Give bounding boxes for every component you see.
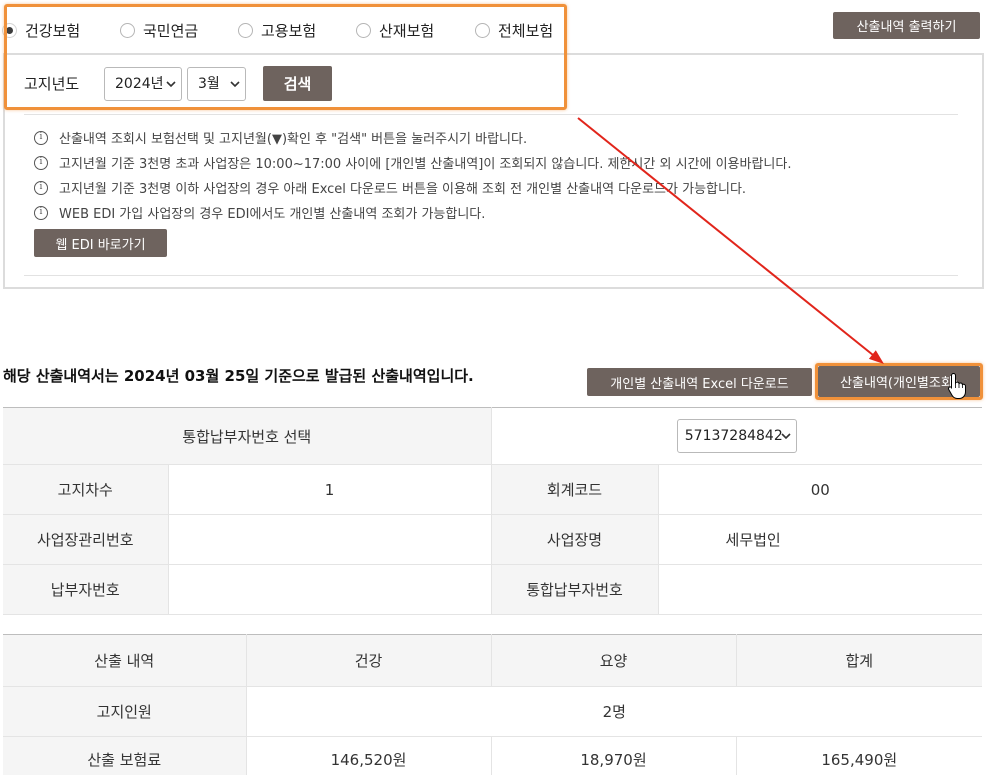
info-label: 납부자번호	[3, 564, 168, 615]
calculation-table: 산출 내역 건강 요양 합계 고지인원 2명 산출 보험료 146,520원 1…	[3, 634, 982, 775]
radio-option-industrial-accident[interactable]: 산재보험	[356, 17, 434, 43]
notice-list: 산출내역 조회시 보험선택 및 고지년월(▼)확인 후 "검색" 버튼을 눌러주…	[34, 125, 791, 225]
radio-label-national-pension[interactable]: 국민연금	[143, 20, 198, 41]
year-select[interactable]: 2024년	[104, 67, 182, 101]
payer-select-wrapper: 57137284842	[676, 419, 797, 453]
notice-item: 고지년월 기준 3천명 초과 사업장은 10:00~17:00 사이에 [개인별…	[34, 150, 791, 175]
row-label: 고지인원	[3, 686, 246, 737]
payer-select-cell: 57137284842	[490, 407, 983, 465]
radio-label-all[interactable]: 전체보험	[498, 20, 553, 41]
table-row: 사업장관리번호 사업장명 세무법인	[3, 514, 983, 565]
notice-item: 산출내역 조회시 보험선택 및 고지년월(▼)확인 후 "검색" 버튼을 눌러주…	[34, 125, 791, 150]
premium-total: 165,490원	[735, 736, 982, 775]
search-panel: 고지년도 2024년 3월 검색 산출내역 조회시 보험선택 및 고지년월(▼)…	[3, 53, 984, 289]
month-select[interactable]: 3월	[187, 67, 246, 101]
premium-health: 146,520원	[245, 736, 491, 775]
info-label: 고지차수	[3, 464, 168, 515]
month-select-wrapper: 3월	[187, 67, 246, 101]
notice-text: 고지년월 기준 3천명 이하 사업장의 경우 아래 Excel 다운로드 버튼을…	[59, 182, 747, 197]
info-label: 통합납부자번호	[490, 564, 659, 615]
notice-item: WEB EDI 가입 사업장의 경우 EDI에서도 개인별 산출내역 조회가 가…	[34, 200, 791, 225]
notice-item: 고지년월 기준 3천명 이하 사업장의 경우 아래 Excel 다운로드 버튼을…	[34, 175, 791, 200]
search-button[interactable]: 검색	[263, 66, 332, 101]
info-icon	[34, 155, 48, 170]
column-header: 합계	[735, 634, 982, 687]
info-value	[167, 564, 492, 615]
column-header: 건강	[245, 634, 491, 687]
table-row: 통합납부자번호 선택 57137284842	[3, 407, 983, 465]
excel-download-button[interactable]: 개인별 산출내역 Excel 다운로드	[587, 368, 812, 396]
table-row: 고지인원 2명	[3, 686, 982, 737]
info-label: 사업장명	[490, 514, 659, 565]
premium-long-term-care: 18,970원	[490, 736, 736, 775]
table-row: 납부자번호 통합납부자번호	[3, 564, 983, 615]
page: 건강보험 국민연금 고용보험 산재보험 전체보험 산출내역 출력하기 고지년도 …	[0, 0, 988, 776]
annotation-arrow-head	[868, 350, 884, 364]
radio-option-health[interactable]: 건강보험	[2, 17, 80, 43]
notice-year-label: 고지년도	[24, 75, 80, 93]
column-header: 산출 내역	[3, 634, 246, 687]
year-select-wrapper: 2024년	[104, 67, 182, 101]
radio-button-all[interactable]	[475, 22, 490, 38]
radio-label-employment[interactable]: 고용보험	[261, 20, 316, 41]
info-icon	[34, 130, 48, 145]
notice-text: 산출내역 조회시 보험선택 및 고지년월(▼)확인 후 "검색" 버튼을 눌러주…	[59, 132, 528, 147]
radio-option-all[interactable]: 전체보험	[475, 17, 553, 43]
info-icon	[34, 205, 48, 220]
radio-option-employment[interactable]: 고용보험	[238, 17, 316, 43]
radio-button-health[interactable]	[2, 22, 17, 38]
radio-option-national-pension[interactable]: 국민연금	[120, 17, 198, 43]
headcount-value: 2명	[245, 686, 982, 737]
radio-label-health[interactable]: 건강보험	[25, 20, 80, 41]
issue-statement: 해당 산출내역서는 2024년 03월 25일 기준으로 발급된 산출내역입니다…	[3, 367, 474, 385]
info-value: 1	[167, 464, 492, 515]
radio-button-industrial-accident[interactable]	[356, 22, 371, 38]
payer-number-select[interactable]: 57137284842	[676, 419, 797, 453]
print-calculation-button[interactable]: 산출내역 출력하기	[833, 12, 980, 39]
notice-text: WEB EDI 가입 사업장의 경우 EDI에서도 개인별 산출내역 조회가 가…	[59, 207, 486, 222]
info-icon	[34, 180, 48, 195]
divider	[24, 275, 958, 276]
info-label: 회계코드	[490, 464, 659, 515]
divider	[24, 114, 958, 115]
payer-info-table: 통합납부자번호 선택 57137284842 고지차수 1 회계코드 00 사업…	[3, 407, 983, 615]
info-value: 00	[657, 464, 983, 515]
radio-button-employment[interactable]	[238, 22, 253, 38]
notice-text: 고지년월 기준 3천명 초과 사업장은 10:00~17:00 사이에 [개인별…	[59, 157, 792, 172]
web-edi-link-button[interactable]: 웹 EDI 바로가기	[34, 229, 167, 257]
table-row: 산출 보험료 146,520원 18,970원 165,490원	[3, 736, 982, 775]
radio-button-national-pension[interactable]	[120, 22, 135, 38]
info-value	[657, 564, 983, 615]
radio-label-industrial-accident[interactable]: 산재보험	[379, 20, 434, 41]
row-label: 산출 보험료	[3, 736, 246, 775]
info-value	[167, 514, 492, 565]
individual-calculation-button[interactable]: 산출내역(개인별조회)	[818, 366, 980, 397]
payer-select-label: 통합납부자번호 선택	[3, 407, 492, 465]
info-label: 사업장관리번호	[3, 514, 168, 565]
column-header: 요양	[490, 634, 736, 687]
table-header-row: 산출 내역 건강 요양 합계	[3, 634, 982, 687]
table-row: 고지차수 1 회계코드 00	[3, 464, 983, 515]
info-value: 세무법인	[657, 514, 983, 565]
